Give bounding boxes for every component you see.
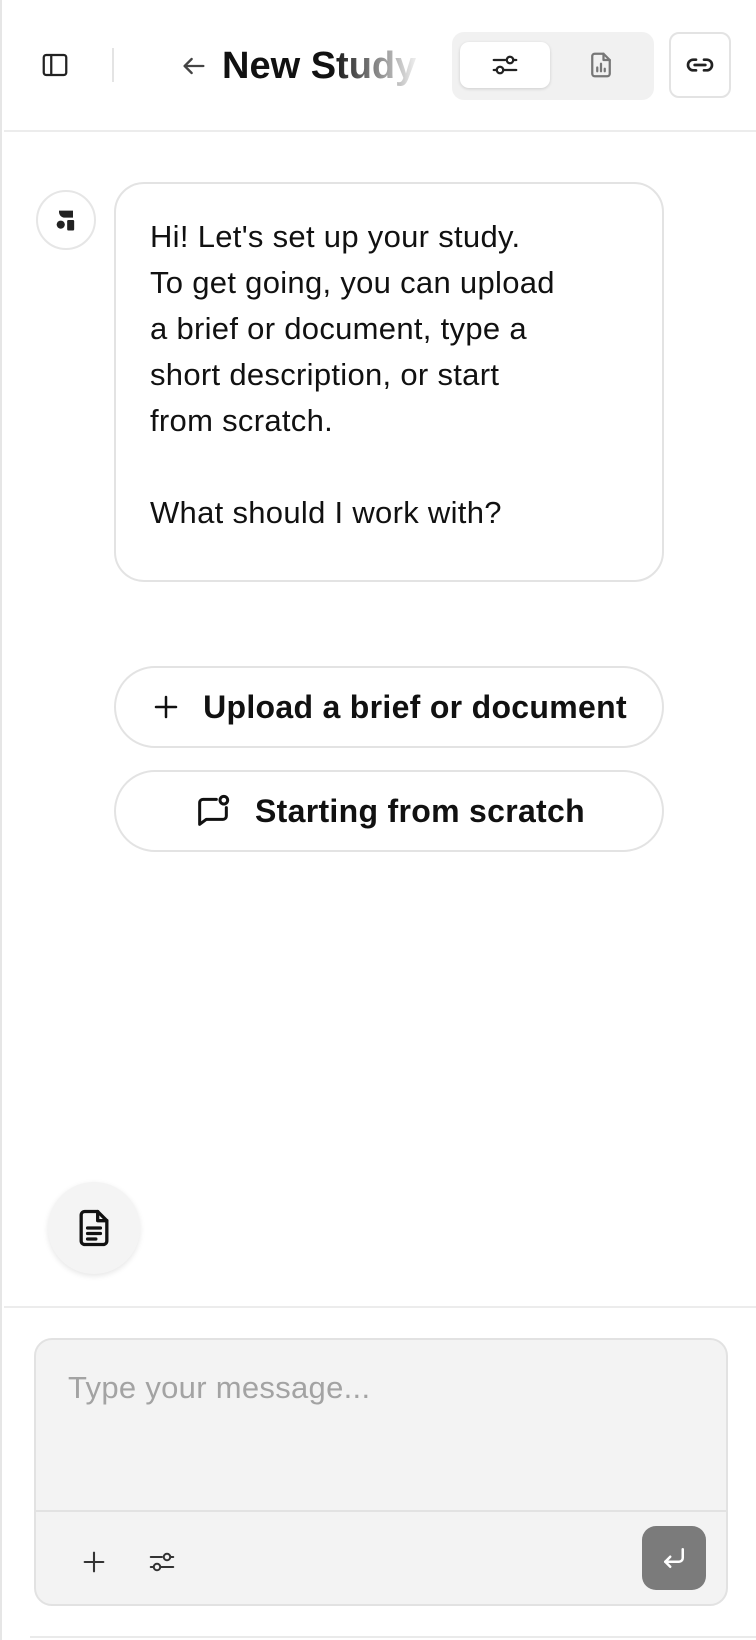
sidebar-toggle-button[interactable] (38, 48, 72, 82)
tab-report[interactable] (556, 42, 646, 88)
sliders-icon (149, 1552, 175, 1572)
header: New Study (4, 0, 756, 132)
composer-settings-button[interactable] (140, 1540, 184, 1584)
document-chart-icon (591, 52, 611, 78)
assistant-message: Hi! Let's set up your study. To get goin… (114, 182, 664, 582)
sidebar-icon (42, 53, 68, 77)
attach-button[interactable] (72, 1540, 116, 1584)
plus-icon (83, 1551, 105, 1573)
page-title: New Study (222, 45, 417, 87)
chat-new-icon (198, 794, 230, 826)
logo-icon (56, 210, 75, 231)
message-line: To get going, you can upload (150, 265, 555, 300)
composer-divider (4, 1306, 756, 1308)
upload-brief-label: Upload a brief or document (203, 688, 627, 725)
plus-icon (154, 695, 178, 719)
message-composer (34, 1338, 728, 1606)
message-line: from scratch. (150, 403, 334, 438)
app-frame: New Study Hi! Let's set up your study. T… (0, 0, 756, 1640)
message-question: What should I work with? (150, 495, 502, 530)
enter-arrow-icon (664, 1548, 684, 1568)
message-line: a brief or document, type a (150, 311, 527, 346)
document-icon (79, 1209, 109, 1247)
share-link-button[interactable] (669, 32, 731, 98)
view-switcher (452, 32, 654, 100)
document-button[interactable] (48, 1182, 140, 1274)
message-input[interactable] (36, 1340, 726, 1510)
back-button[interactable] (176, 48, 212, 84)
bottom-divider (30, 1636, 756, 1638)
message-line: short description, or start (150, 357, 500, 392)
sliders-icon (492, 55, 518, 75)
assistant-avatar (36, 190, 96, 250)
arrow-left-icon (183, 57, 205, 75)
start-from-scratch-label: Starting from scratch (255, 792, 585, 829)
tab-settings[interactable] (460, 42, 550, 88)
message-line: Hi! Let's set up your study. (150, 219, 521, 254)
link-icon (686, 58, 714, 72)
start-from-scratch-button[interactable]: Starting from scratch (114, 770, 664, 852)
upload-brief-button[interactable]: Upload a brief or document (114, 666, 664, 748)
send-button[interactable] (642, 1526, 706, 1590)
header-divider (112, 48, 114, 82)
composer-separator (36, 1510, 726, 1512)
